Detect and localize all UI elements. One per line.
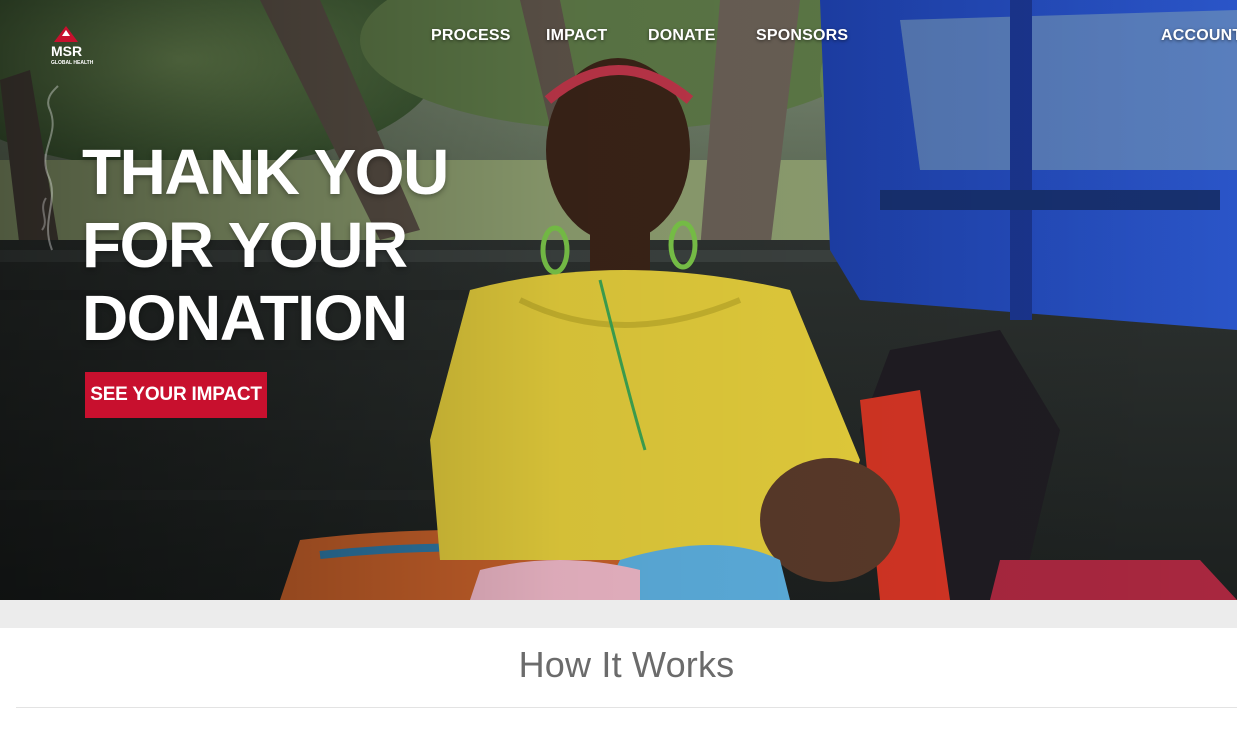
hero-banner: MSR GLOBAL HEALTH PROCESS IMPACT DONATE … <box>0 0 1237 600</box>
nav-link-impact[interactable]: IMPACT <box>546 24 607 48</box>
logo-text: MSR <box>51 43 82 59</box>
logo-subtext: GLOBAL HEALTH <box>51 60 94 66</box>
nav-link-donate[interactable]: DONATE <box>648 24 716 48</box>
headline-line-3: DONATION <box>82 282 408 354</box>
msr-global-health-logo[interactable]: MSR GLOBAL HEALTH <box>40 20 104 68</box>
nav-link-sponsors[interactable]: SPONSORS <box>756 24 848 48</box>
section-separator-band <box>0 600 1237 628</box>
hero-headline: THANK YOU FOR YOUR DONATION <box>82 136 502 355</box>
headline-line-1: THANK YOU <box>82 136 449 208</box>
see-your-impact-button[interactable]: SEE YOUR IMPACT <box>85 372 267 418</box>
photographer-signature-watermark <box>41 85 59 251</box>
nav-link-account[interactable]: ACCOUNT <box>1161 24 1237 48</box>
section-divider <box>16 707 1237 708</box>
section-title-how-it-works: How It Works <box>518 644 735 685</box>
nav-link-process[interactable]: PROCESS <box>431 24 511 48</box>
headline-line-2: FOR YOUR <box>82 209 408 281</box>
